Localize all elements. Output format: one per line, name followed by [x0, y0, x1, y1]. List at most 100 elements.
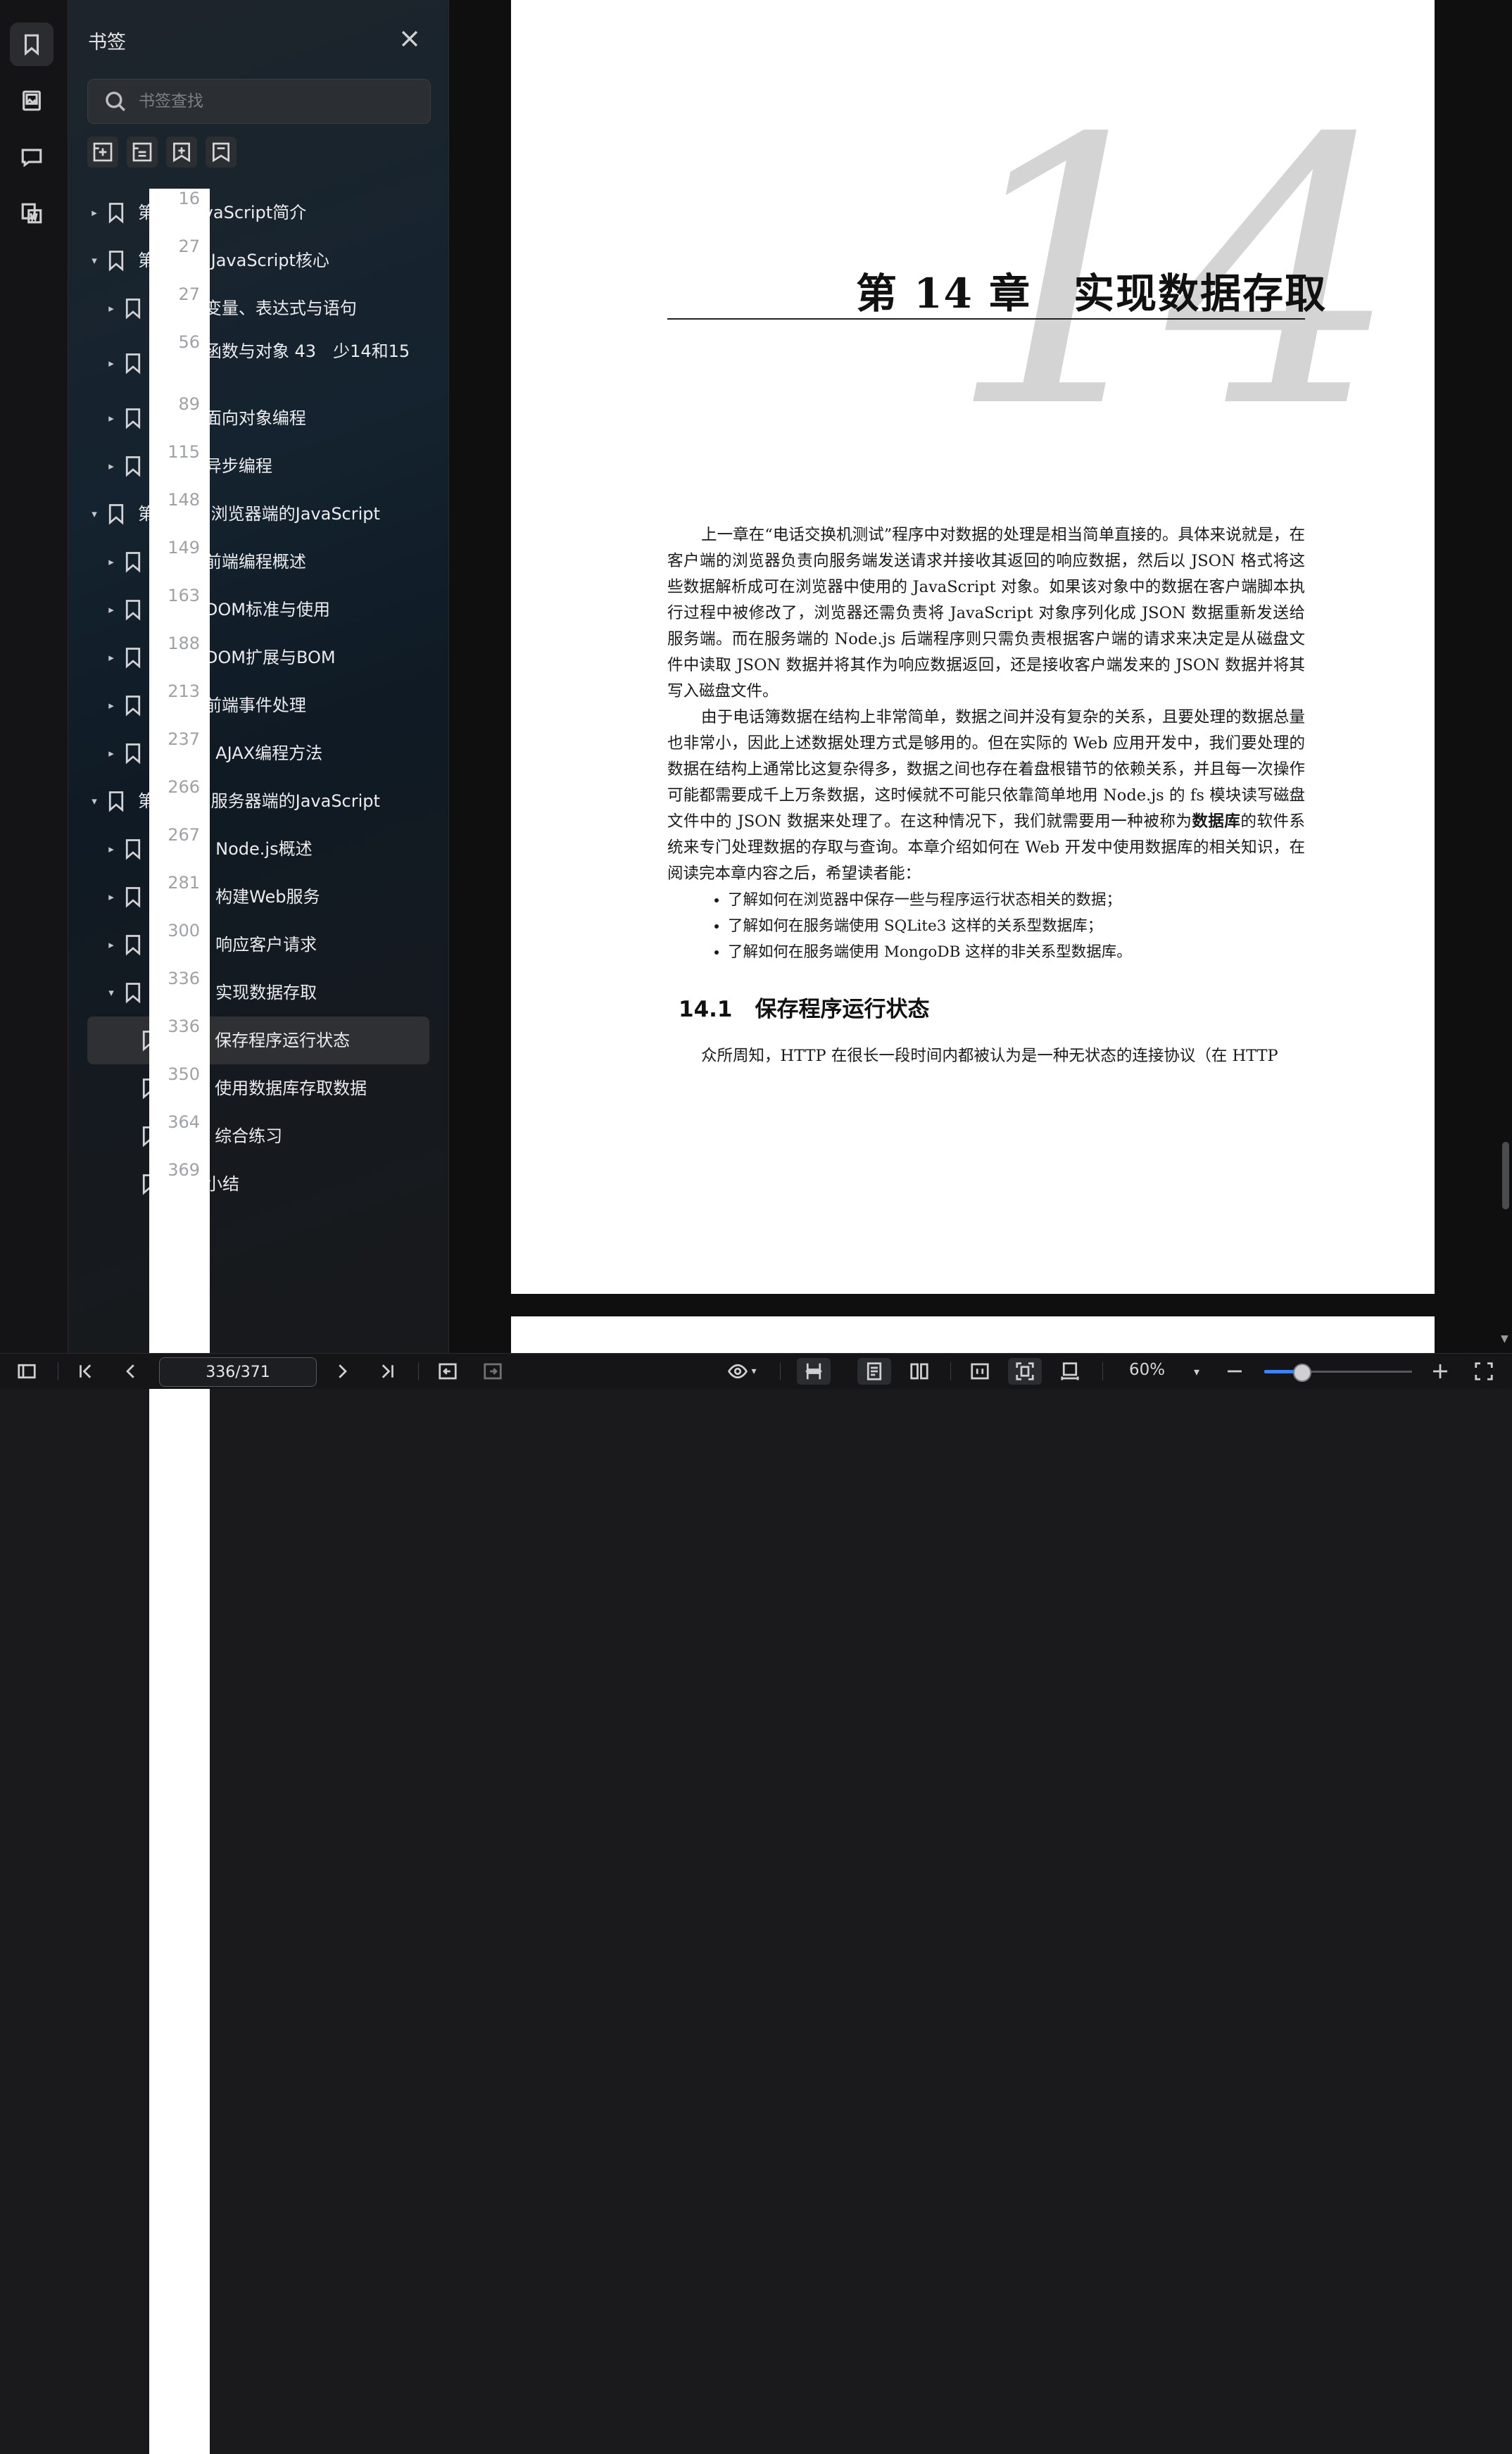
bookmark-item[interactable]: ▾ 第三部分 服务器端的JavaScript 266 [87, 777, 429, 2071]
bookmark-item[interactable]: ▸ 第7章 DOM标准与使用 163 [87, 586, 429, 1880]
bookmark-icon [122, 838, 144, 860]
add-sub-bookmark-button[interactable] [166, 137, 197, 168]
bookmark-item[interactable]: ▾ 第二部分 浏览器端的JavaScript 148 [87, 490, 429, 1784]
paragraph-3: 众所周知，HTTP 在很长一段时间内都被认为是一种无状态的连接协议（在 HTTP [701, 1047, 1278, 1065]
bookmark-item[interactable]: ▾ 第14章 实现数据存取 336 [87, 969, 429, 2263]
bookmark-item[interactable]: ▸ 第11章 Node.js概述 267 [87, 825, 429, 2119]
collapse-icon [132, 142, 152, 162]
zoom-slider-handle[interactable] [1292, 1364, 1311, 1382]
bookmark-item[interactable]: ▸ 第4章 面向对象编程 89 [87, 394, 429, 1688]
section-number: 14.1 [679, 997, 733, 1022]
zoom-in-button[interactable] [1428, 1358, 1453, 1385]
thumbnail-panel-button[interactable] [10, 79, 53, 122]
chevron-down-icon: ▾ [1193, 1364, 1200, 1378]
expand-toggle[interactable]: ▸ [104, 938, 118, 951]
expand-toggle[interactable]: ▾ [87, 795, 101, 807]
first-page-icon [80, 1364, 92, 1378]
expand-toggle[interactable]: ▸ [104, 699, 118, 712]
fullscreen-icon [1475, 1362, 1493, 1380]
bookmark-icon [122, 742, 144, 764]
zoom-dropdown-button[interactable]: ▾ [1187, 1358, 1207, 1385]
scroll-down-arrow[interactable]: ▼ [1501, 1333, 1508, 1345]
expand-toggle[interactable]: ▾ [87, 508, 101, 520]
vertical-scrollbar[interactable] [1502, 1142, 1509, 1209]
expand-toggle[interactable]: ▸ [104, 302, 118, 315]
expand-toggle[interactable]: ▸ [104, 651, 118, 664]
objective-item: 了解如何在服务端使用 MongoDB 这样的非关系型数据库。 [728, 939, 1305, 965]
bookmark-item[interactable]: 14.2 使用数据库存取数据 350 [87, 1064, 429, 2358]
fit-width-button[interactable] [1053, 1358, 1087, 1385]
expand-toggle[interactable]: ▾ [104, 986, 118, 999]
toolbar-divider [418, 1362, 419, 1380]
fullscreen-button[interactable] [1471, 1358, 1497, 1385]
bookmark-search-input[interactable] [137, 92, 408, 111]
last-page-button[interactable] [374, 1358, 400, 1385]
bottom-toolbar: ▾ 60% ▾ [0, 1353, 1512, 1389]
expand-toggle[interactable]: ▸ [104, 357, 118, 370]
bookmark-item[interactable]: ▸ 第8章 DOM扩展与BOM 188 [87, 634, 429, 1927]
bookmark-item[interactable]: ▸ 第1章 JavaScript简介 16 [87, 189, 429, 1483]
collapse-bookmarks-button[interactable] [127, 137, 158, 168]
bookmark-label: 14.2 使用数据库存取数据 [172, 1078, 367, 1098]
zoom-level[interactable]: 60% [1129, 1361, 1165, 1379]
bookmark-item[interactable]: ▸ 第10章 AJAX编程方法 237 [87, 729, 429, 2023]
close-icon [401, 30, 418, 47]
previous-page-button[interactable] [118, 1358, 144, 1385]
expand-toggle[interactable]: ▾ [87, 254, 101, 267]
expand-toggle[interactable]: ▸ [87, 206, 101, 219]
navigate-forward-button[interactable] [480, 1358, 505, 1385]
navigate-back-button[interactable] [435, 1358, 460, 1385]
bookmark-item[interactable]: ▸第3章 函数与对象 43 少14和15 13756 [87, 332, 429, 1626]
first-page-button[interactable] [73, 1358, 99, 1385]
expand-toggle[interactable]: ▸ [104, 460, 118, 472]
document-page: 14 第 14 章 实现数据存取 上一章在“电话交换机测试”程序中对数据的处理是… [511, 0, 1435, 1294]
bookmark-item[interactable]: ▸ 第9章 前端事件处理 213 [87, 681, 429, 1975]
bookmark-label: 14.1 保存程序运行状态 [172, 1031, 351, 1050]
bookmark-sidebar: 书签 ▸第1章 JavaScript简介16▾第一部分 JavaScript核心… [68, 0, 449, 2454]
next-page-button[interactable] [329, 1358, 355, 1385]
paragraph-1: 上一章在“电话交换机测试”程序中对数据的处理是相当简单直接的。具体来说就是，在客… [667, 526, 1305, 700]
toolbar-divider [1102, 1362, 1103, 1380]
expand-toggle[interactable]: ▸ [104, 747, 118, 760]
read-mode-button[interactable]: ▾ [721, 1358, 763, 1385]
bookmark-icon [24, 34, 39, 56]
close-sidebar-button[interactable] [398, 27, 422, 51]
section-heading: 14.1 保存程序运行状态 [679, 991, 930, 1023]
expand-toggle[interactable]: ▸ [104, 412, 118, 424]
expand-toggle[interactable]: ▸ [104, 555, 118, 568]
fit-page-button[interactable] [1008, 1358, 1042, 1385]
bookmark-item[interactable]: ▸ 第6章 前端编程概述 149 [87, 538, 429, 1832]
bookmark-outline-button[interactable] [206, 137, 237, 168]
bookmark-item[interactable]: ▸ 第13章 响应客户请求 300 [87, 921, 429, 2215]
zoom-out-button[interactable] [1222, 1358, 1247, 1385]
bookmark-icon [106, 790, 127, 812]
bookmark-icon [122, 407, 144, 429]
actual-size-button[interactable] [963, 1358, 997, 1385]
word-convert-button[interactable] [10, 191, 53, 235]
continuous-scroll-button[interactable] [797, 1358, 831, 1385]
bookmark-panel-button[interactable] [10, 23, 53, 66]
page-number-input[interactable] [159, 1357, 317, 1387]
bookmark-item[interactable]: ▸ 第12章 构建Web服务 281 [87, 873, 429, 2167]
bookmark-item[interactable]: ▸ 第2章 变量、表达式与语句 27 [87, 284, 429, 1578]
document-view[interactable]: 14 第 14 章 实现数据存取 上一章在“电话交换机测试”程序中对数据的处理是… [449, 0, 1512, 1359]
word-file-icon [21, 203, 42, 224]
expand-toggle[interactable]: ▸ [104, 603, 118, 616]
bookmark-icon [122, 981, 144, 1004]
bookmark-item[interactable]: ▾ 第一部分 JavaScript核心 27 [87, 237, 429, 1530]
add-bookmark-icon [93, 142, 113, 162]
bookmark-item[interactable]: ▸ 第5章 异步编程 115 [87, 442, 429, 1736]
double-page-button[interactable] [902, 1358, 936, 1385]
bookmark-icon [122, 933, 144, 956]
icon-rail [0, 0, 68, 1353]
bookmark-item[interactable]: 14.3 综合练习 364 [87, 1112, 429, 2406]
single-page-button[interactable] [857, 1358, 891, 1385]
toggle-sidebar-button[interactable] [14, 1358, 39, 1385]
add-bookmark-button[interactable] [87, 137, 118, 168]
bookmark-item[interactable]: 14.1 保存程序运行状态 336 [87, 1017, 429, 2310]
bookmark-icon [122, 694, 144, 717]
comments-panel-button[interactable] [10, 135, 53, 179]
bookmark-item[interactable]: 本章小结369 [87, 1160, 429, 2454]
expand-toggle[interactable]: ▸ [104, 891, 118, 903]
expand-toggle[interactable]: ▸ [104, 843, 118, 855]
